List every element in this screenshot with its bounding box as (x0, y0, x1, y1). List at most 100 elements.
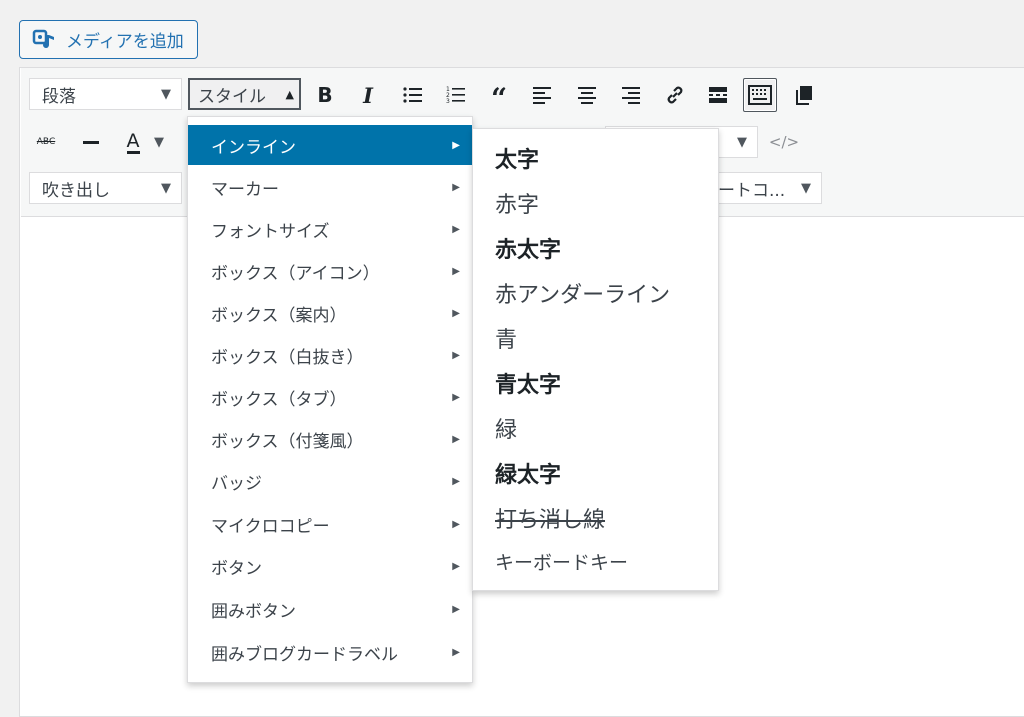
chevron-right-icon: ▶ (452, 307, 460, 319)
inline-item-blue-bold[interactable]: 青太字 (473, 360, 718, 405)
menu-item-label: 囲みボタン (211, 601, 296, 622)
inline-submenu: 太字 赤字 赤太字 赤アンダーライン 青 青太字 緑 緑太字 打ち消し線 キーボ… (472, 128, 719, 591)
chevron-right-icon: ▶ (452, 518, 460, 530)
menu-item-label: 囲みブログカードラベル (211, 644, 398, 665)
shortcode-select[interactable]: ートコ... ▼ (711, 172, 822, 204)
submenu-item-label: 打ち消し線 (495, 507, 606, 533)
style-menu-item-blogcard-label[interactable]: 囲みブログカードラベル ▶ (188, 632, 472, 672)
toolbar-toggle-icon (748, 85, 772, 105)
text-color-button[interactable]: A (118, 125, 148, 159)
style-menu-item-marker[interactable]: マーカー ▶ (188, 167, 472, 207)
style-menu-item-font-size[interactable]: フォントサイズ ▶ (188, 209, 472, 249)
numbered-list-icon: 1 2 3 (446, 86, 465, 105)
italic-button[interactable]: I (351, 78, 385, 112)
align-left-button[interactable] (525, 78, 559, 112)
align-right-icon (622, 87, 640, 104)
inline-item-red-bold[interactable]: 赤太字 (473, 225, 718, 270)
style-menu-item-box-sticky[interactable]: ボックス（付箋風） ▶ (188, 419, 472, 459)
copy-button[interactable] (787, 78, 821, 112)
style-menu-item-box-outline[interactable]: ボックス（白抜き） ▶ (188, 335, 472, 375)
chevron-right-icon: ▶ (452, 433, 460, 445)
inline-item-keyboard-key[interactable]: キーボードキー (473, 539, 718, 584)
submenu-item-label: キーボードキー (495, 552, 629, 574)
chevron-right-icon: ▶ (452, 603, 460, 615)
chevron-right-icon: ▶ (452, 560, 460, 572)
toolbar-toggle-button[interactable] (743, 78, 777, 112)
italic-icon: I (363, 82, 373, 108)
link-button[interactable] (658, 78, 692, 112)
text-color-dropdown[interactable]: ▼ (149, 125, 169, 159)
style-menu-item-box-tab[interactable]: ボックス（タブ） ▶ (188, 377, 472, 417)
style-menu-item-badge[interactable]: バッジ ▶ (188, 461, 472, 501)
submenu-item-label: 緑太字 (495, 462, 562, 488)
format-select-value: 段落 (42, 86, 76, 107)
submenu-item-label: 赤字 (495, 192, 540, 218)
menu-item-label: バッジ (211, 473, 262, 494)
inline-item-green[interactable]: 緑 (473, 405, 718, 450)
text-color-icon: A (126, 129, 140, 154)
inline-item-blue[interactable]: 青 (473, 315, 718, 360)
menu-item-label: インライン (211, 137, 296, 158)
bullet-list-button[interactable] (396, 78, 430, 112)
inline-item-red-underline[interactable]: 赤アンダーライン (473, 270, 718, 315)
shortcode-select-value: ートコ... (718, 180, 786, 201)
inline-item-bold[interactable]: 太字 (473, 135, 718, 180)
submenu-item-label: 赤太字 (495, 237, 562, 263)
balloon-select[interactable]: 吹き出し ▼ (29, 172, 182, 204)
chevron-right-icon: ▶ (452, 265, 460, 277)
submenu-item-label: 青太字 (495, 372, 562, 398)
read-more-button[interactable] (701, 78, 735, 112)
menu-item-label: ボックス（タブ） (211, 389, 347, 410)
menu-item-label: ボタン (211, 558, 262, 579)
bold-button[interactable]: B (308, 78, 342, 112)
chevron-down-icon: ▼ (737, 134, 747, 150)
link-icon (667, 86, 683, 104)
add-media-button[interactable]: メディアを追加 (19, 20, 198, 59)
strikethrough-button[interactable]: ABC (29, 125, 63, 159)
svg-text:3: 3 (446, 98, 450, 105)
blockquote-button[interactable]: “ (482, 78, 516, 115)
chevron-down-icon: ▼ (161, 180, 171, 196)
read-more-icon (709, 87, 727, 103)
style-menu-item-button[interactable]: ボタン ▶ (188, 546, 472, 586)
numbered-list-button[interactable]: 1 2 3 (439, 78, 473, 112)
chevron-down-icon: ▼ (161, 86, 171, 102)
format-select[interactable]: 段落 ▼ (29, 78, 182, 110)
inline-item-strikethrough[interactable]: 打ち消し線 (473, 495, 718, 540)
style-menu-item-inline[interactable]: インライン ▶ (188, 125, 472, 165)
menu-item-label: ボックス（アイコン） (211, 263, 380, 284)
menu-item-label: マーカー (211, 179, 279, 200)
submenu-item-label: 青 (495, 327, 518, 353)
align-center-icon (578, 87, 596, 104)
code-button[interactable]: </> (767, 125, 801, 159)
media-add-icon (32, 27, 58, 53)
chevron-down-icon: ▼ (801, 180, 811, 196)
align-right-button[interactable] (614, 78, 648, 112)
chevron-right-icon: ▶ (452, 475, 460, 487)
style-select-value: スタイル (198, 86, 266, 107)
menu-item-label: ボックス（白抜き） (211, 347, 364, 368)
style-menu-item-framed-button[interactable]: 囲みボタン ▶ (188, 589, 472, 629)
style-select[interactable]: スタイル ▲ (188, 78, 301, 110)
blockquote-icon: “ (490, 82, 508, 115)
chevron-right-icon: ▶ (452, 646, 460, 658)
copy-icon (796, 86, 812, 105)
style-menu-item-box-icon[interactable]: ボックス（アイコン） ▶ (188, 251, 472, 291)
menu-item-label: マイクロコピー (211, 516, 330, 537)
chevron-right-icon: ▶ (452, 181, 460, 193)
submenu-item-label: 緑 (495, 417, 518, 443)
horizontal-rule-icon (83, 140, 99, 144)
submenu-item-label: 赤アンダーライン (495, 282, 671, 308)
inline-item-red[interactable]: 赤字 (473, 180, 718, 225)
style-menu-item-microcopy[interactable]: マイクロコピー ▶ (188, 504, 472, 544)
submenu-item-label: 太字 (495, 147, 540, 173)
menu-item-label: ボックス（付箋風） (211, 431, 364, 452)
chevron-down-icon: ▼ (154, 134, 164, 150)
style-menu-item-box-guide[interactable]: ボックス（案内） ▶ (188, 293, 472, 333)
inline-item-green-bold[interactable]: 緑太字 (473, 450, 718, 495)
align-center-button[interactable] (570, 78, 604, 112)
chevron-right-icon: ▶ (452, 223, 460, 235)
chevron-up-icon: ▲ (285, 87, 294, 101)
code-icon: </> (768, 133, 800, 151)
horizontal-rule-button[interactable] (74, 125, 108, 159)
